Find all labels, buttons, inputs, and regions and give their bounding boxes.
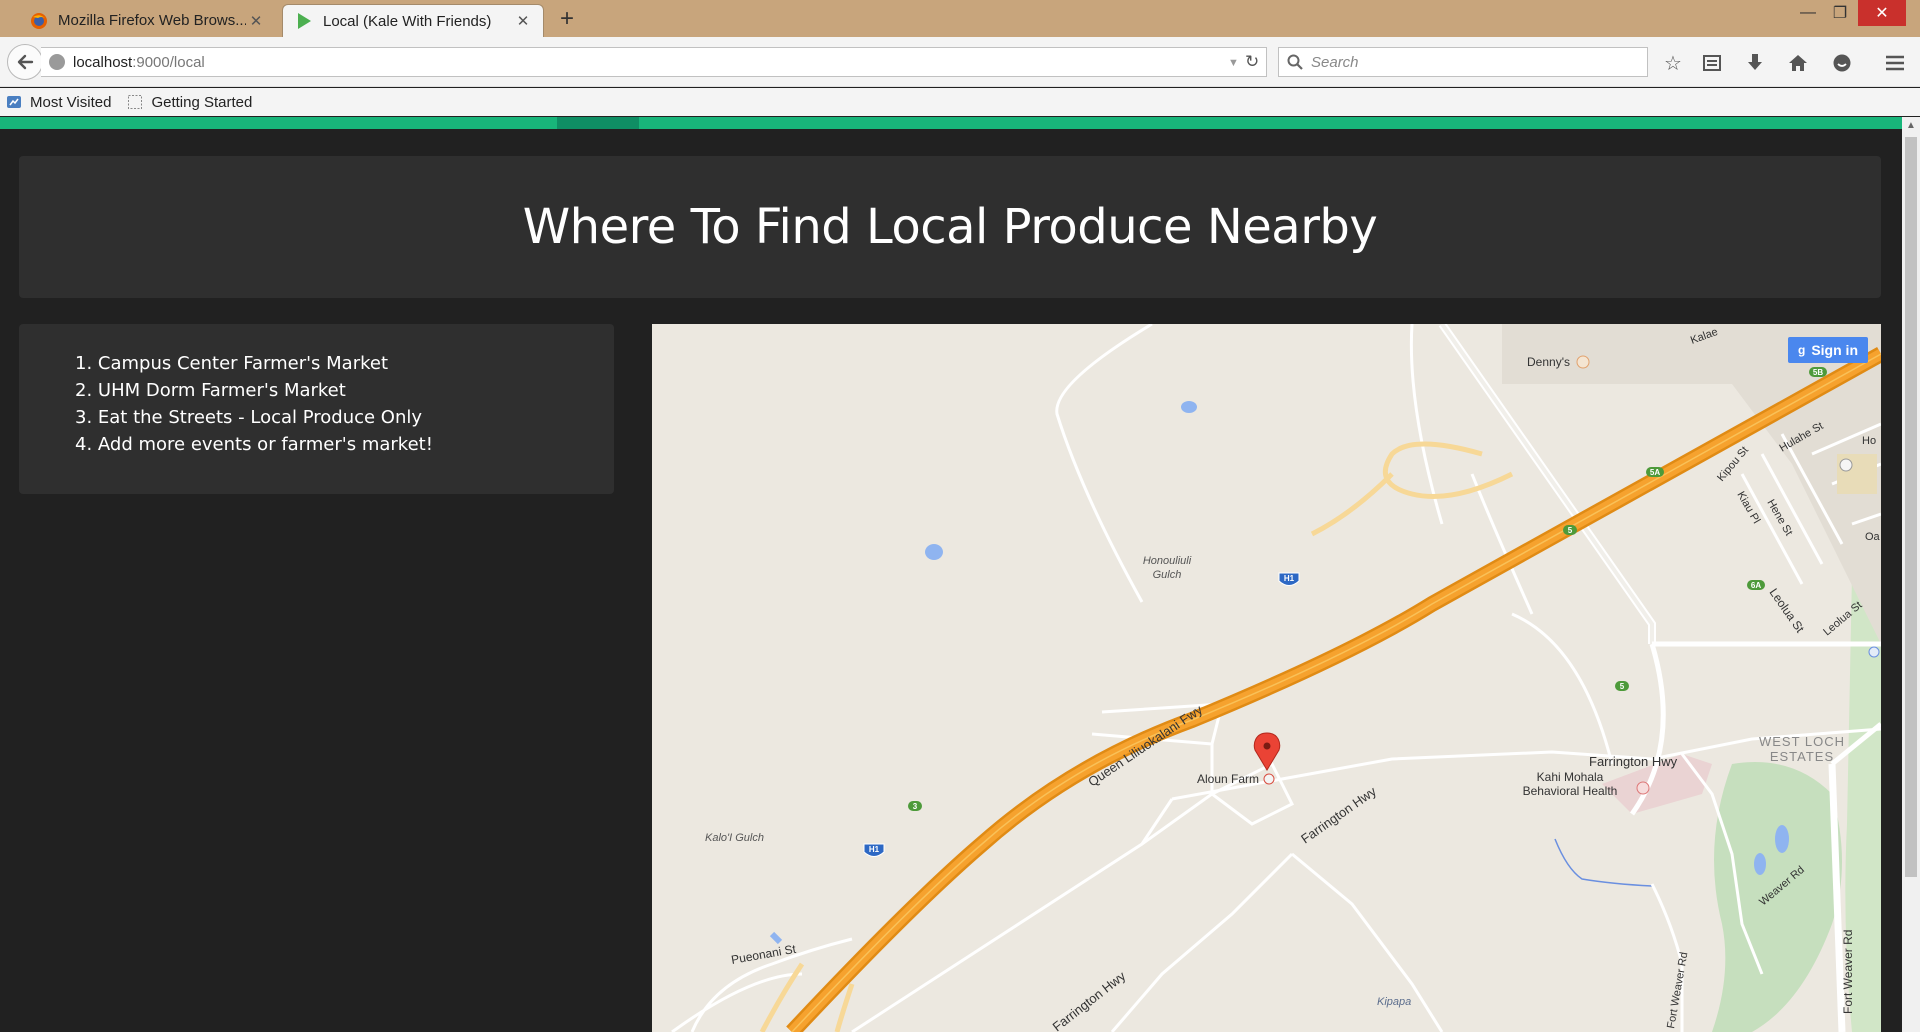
poi-label: Behavioral Health: [1523, 784, 1618, 798]
bookmark-getting-started[interactable]: Getting Started: [127, 94, 252, 111]
tab-label: Local (Kale With Friends): [323, 12, 492, 30]
place-label: ESTATES: [1770, 749, 1834, 764]
maximize-button[interactable]: ❐: [1822, 0, 1858, 26]
exit-5-label: 5: [1620, 682, 1625, 691]
bookmark-most-visited[interactable]: Most Visited: [6, 94, 111, 111]
firefox-icon: [31, 12, 47, 29]
page-icon: [128, 95, 143, 109]
exit-5b-label: 5B: [1813, 368, 1823, 377]
place-label: Kalo'I Gulch: [705, 832, 764, 844]
bookmark-star-icon[interactable]: ☆: [1660, 50, 1686, 76]
back-arrow-icon: [17, 54, 34, 70]
place-label: Kipapa: [1377, 996, 1411, 1008]
page-header: Where To Find Local Produce Nearby: [19, 156, 1881, 298]
address-bar[interactable]: localhost:9000/local: [41, 47, 1267, 77]
scroll-up-arrow-icon[interactable]: ▲: [1902, 117, 1920, 135]
search-icon: [1287, 54, 1303, 70]
bookmarks-toolbar: Most Visited Getting Started: [0, 88, 1920, 116]
play-icon: [298, 13, 311, 29]
interstate-h1-shield: H1: [1278, 572, 1300, 586]
road-label: Oa: [1865, 531, 1881, 543]
school-icon: [1839, 458, 1853, 472]
poi-icon: [1868, 646, 1880, 658]
tab-local[interactable]: Local (Kale With Friends) ✕: [282, 4, 544, 37]
tab-bar: Mozilla Firefox Web Brows... ✕ Local (Ka…: [0, 0, 1920, 37]
google-sign-in-button[interactable]: g Sign in: [1788, 337, 1868, 363]
shield-h1-text: H1: [1284, 574, 1295, 583]
shield-h1-text: H1: [869, 845, 880, 854]
list-item: 4. Add more events or farmer's market!: [75, 434, 433, 455]
map-canvas[interactable]: H1 H1 3 5 5 5A 5B 6A Queen Liliuokalani …: [652, 324, 1881, 1032]
downloads-icon[interactable]: [1742, 50, 1768, 76]
road-label: Farrington Hwy: [1589, 754, 1678, 769]
url-path: :9000/local: [132, 53, 205, 71]
road-label: Fort Weaver Rd: [1841, 930, 1855, 1014]
close-window-button[interactable]: ✕: [1858, 0, 1906, 26]
hospital-icon: [1636, 781, 1650, 795]
search-input[interactable]: Search: [1278, 47, 1648, 77]
tab-firefox[interactable]: Mozilla Firefox Web Brows... ✕: [22, 4, 276, 37]
restaurant-icon: [1576, 355, 1590, 369]
scrollbar-thumb[interactable]: [1905, 137, 1917, 877]
place-label: Gulch: [1153, 569, 1182, 581]
search-placeholder: Search: [1311, 53, 1359, 71]
road-label: Ho: [1862, 435, 1876, 447]
pond: [1181, 401, 1197, 413]
site-navbar: [0, 117, 1902, 129]
globe-icon: [49, 54, 65, 70]
exit-6a-label: 6A: [1751, 581, 1761, 590]
exit-5-label: 5: [1568, 526, 1573, 535]
exit-3-label: 3: [913, 802, 918, 811]
bookmark-label: Most Visited: [30, 93, 112, 111]
navigation-toolbar: localhost:9000/local ▼ ↻ Search ☆: [0, 37, 1920, 87]
google-map[interactable]: H1 H1 3 5 5 5A 5B 6A Queen Liliuokalani …: [652, 324, 1881, 1032]
market-list-panel: 1. Campus Center Farmer's Market 2. UHM …: [19, 324, 614, 494]
bookmark-label: Getting Started: [151, 93, 253, 111]
most-visited-folder-icon: [7, 96, 21, 108]
pond: [925, 544, 943, 560]
sign-in-label: Sign in: [1811, 342, 1858, 358]
url-host: localhost: [73, 53, 133, 71]
pond: [1775, 825, 1789, 853]
interstate-h1-shield: H1: [863, 843, 885, 857]
list-item: 3. Eat the Streets - Local Produce Only: [75, 407, 423, 428]
place-label: WEST LOCH: [1759, 734, 1845, 749]
close-tab-icon[interactable]: ✕: [513, 12, 533, 30]
market-list: 1. Campus Center Farmer's Market 2. UHM …: [75, 350, 614, 458]
poi-label: Kahi Mohala: [1537, 770, 1604, 784]
poi-label: Denny's: [1527, 355, 1570, 369]
page-title: Where To Find Local Produce Nearby: [522, 199, 1378, 255]
marker-label: Aloun Farm: [1197, 772, 1259, 786]
minimize-button[interactable]: —: [1790, 0, 1826, 26]
reading-list-icon[interactable]: [1699, 50, 1725, 76]
back-button[interactable]: [7, 44, 43, 80]
reload-icon[interactable]: ↻: [1245, 52, 1259, 72]
pond: [1754, 853, 1766, 875]
active-nav-item[interactable]: [557, 117, 639, 129]
close-tab-icon[interactable]: ✕: [246, 12, 266, 30]
history-dropdown-icon[interactable]: ▼: [1228, 57, 1239, 69]
menu-icon[interactable]: [1882, 50, 1908, 76]
list-item: 1. Campus Center Farmer's Market: [75, 353, 389, 374]
google-plus-icon: g: [1797, 343, 1806, 357]
home-icon[interactable]: [1785, 50, 1811, 76]
hello-chat-icon[interactable]: [1829, 50, 1855, 76]
exit-5a-label: 5A: [1650, 468, 1660, 477]
list-item: 2. UHM Dorm Farmer's Market: [75, 380, 346, 401]
place-label: Honouliuli: [1143, 555, 1192, 567]
new-tab-button[interactable]: +: [555, 5, 579, 33]
tab-label: Mozilla Firefox Web Brows...: [58, 12, 246, 29]
